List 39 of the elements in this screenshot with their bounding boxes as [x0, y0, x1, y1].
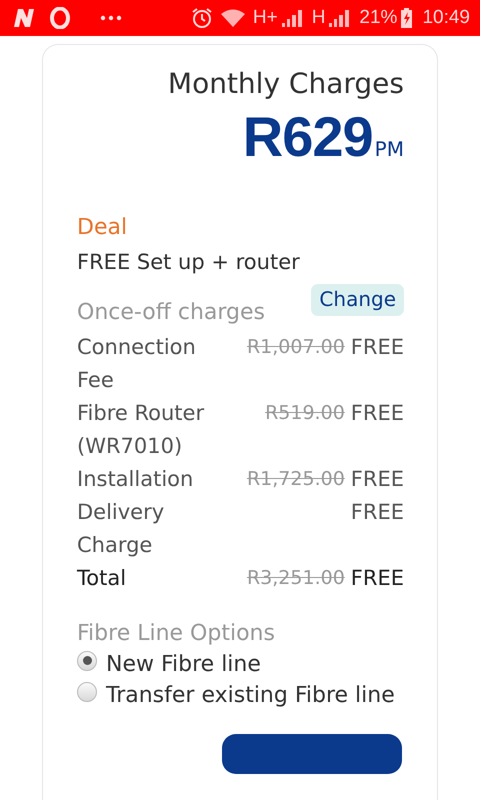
signal-icon: [329, 9, 352, 27]
radio-button[interactable]: [77, 682, 97, 702]
free-price: FREE: [350, 466, 404, 493]
deal-heading: Deal: [77, 215, 128, 240]
charge-label: Delivery Charge: [77, 499, 166, 559]
clock-time: 10:49: [422, 7, 470, 29]
free-price: FREE: [350, 499, 404, 526]
charge-label: Fibre Router (WR7010): [77, 400, 206, 460]
radio-button[interactable]: [77, 650, 97, 670]
option-label: Transfer existing Fibre line: [106, 683, 395, 708]
ring-icon: [50, 7, 70, 29]
action-button[interactable]: [222, 734, 402, 774]
section-heading: Fibre Line Options: [77, 621, 276, 646]
network-type: H: [312, 7, 326, 29]
free-price: FREE: [350, 565, 404, 592]
change-button[interactable]: Change: [311, 284, 404, 316]
deal-description: FREE Set up + router: [77, 250, 301, 274]
option-label: New Fibre line: [106, 652, 261, 677]
original-price: R519.00: [264, 401, 345, 426]
total-label: Total: [77, 565, 128, 592]
app-icon: [14, 9, 36, 27]
signal-icon: [282, 9, 304, 27]
free-price: FREE: [350, 400, 404, 427]
battery-icon: [401, 8, 412, 28]
alarm-icon: [190, 7, 213, 29]
price-period: PM: [374, 137, 404, 161]
charge-label: Installation: [77, 466, 194, 493]
network-type: H+: [252, 7, 278, 29]
original-price: R1,725.00: [246, 467, 345, 492]
free-price: FREE: [350, 334, 404, 361]
section-title: Monthly Charges: [166, 67, 404, 100]
wifi-icon: [220, 9, 245, 27]
original-price: R3,251.00: [246, 566, 345, 591]
charge-label: Connection Fee: [77, 334, 197, 394]
more-icon: [100, 15, 122, 21]
original-price: R1,007.00: [246, 335, 345, 360]
section-heading: Once-off charges: [77, 300, 265, 325]
battery-percent: 21%: [359, 7, 398, 29]
monthly-price: R629: [242, 104, 373, 169]
